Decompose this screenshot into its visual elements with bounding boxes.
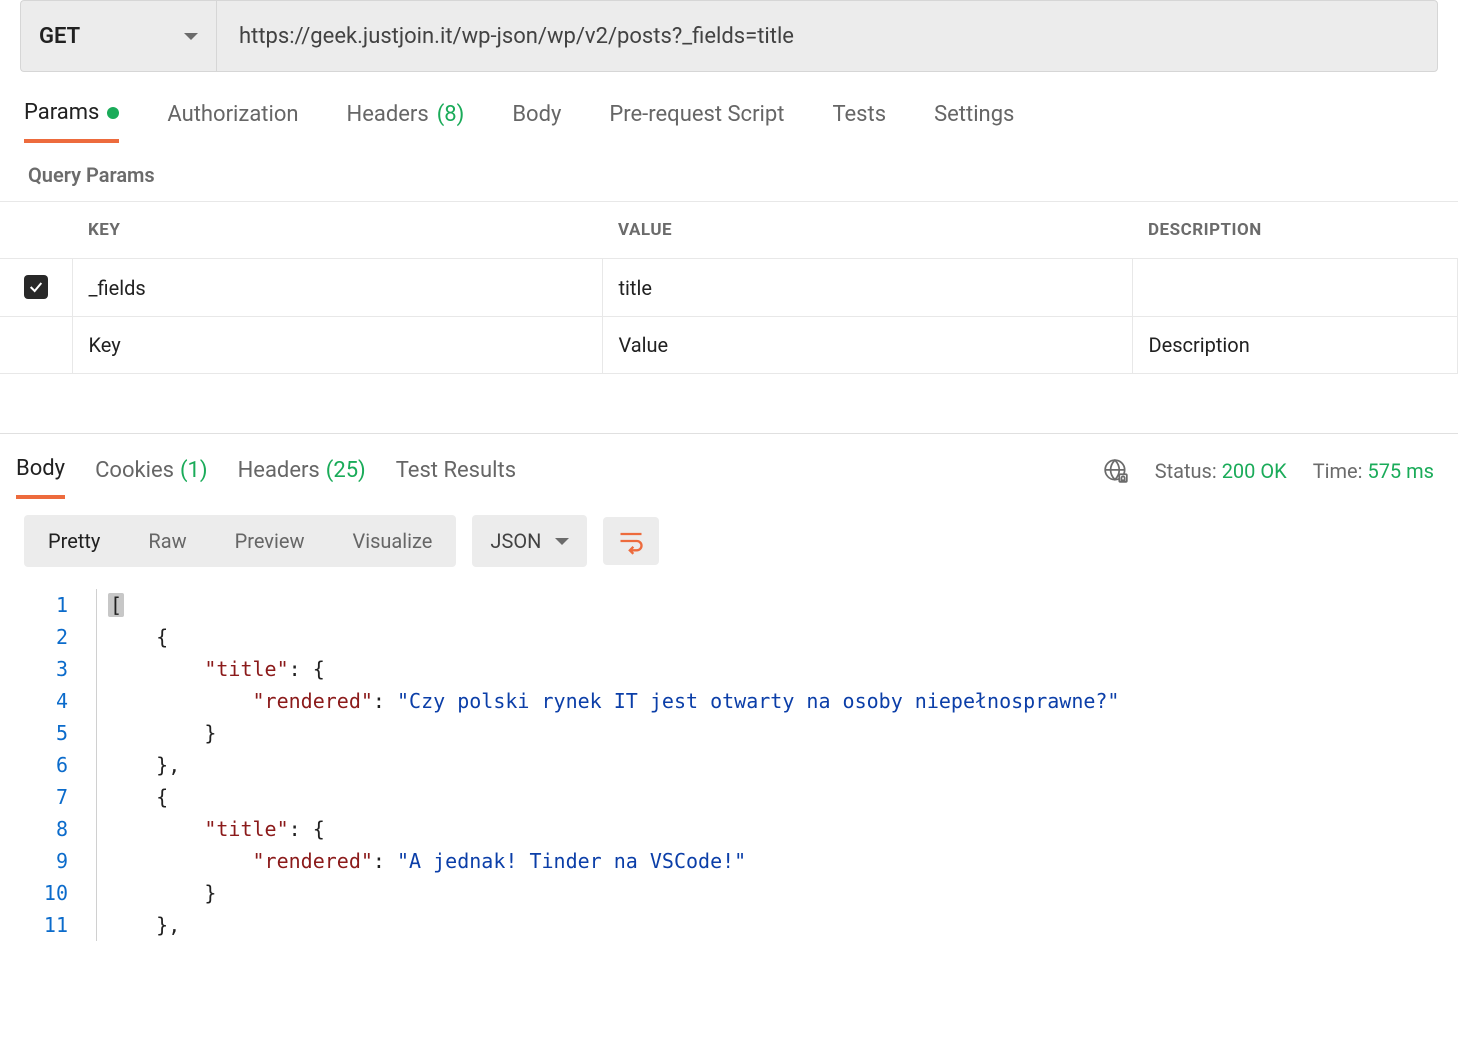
code-line: },	[96, 909, 1458, 941]
tab-headers-label: Headers	[347, 102, 429, 127]
resp-tab-body[interactable]: Body	[16, 456, 65, 499]
col-checkbox-header	[0, 202, 72, 259]
tab-params[interactable]: Params	[24, 100, 119, 143]
response-body-viewer[interactable]: 1234567891011 [ { "title": { "rendered":…	[0, 583, 1458, 941]
resp-tab-headers[interactable]: Headers (25)	[238, 458, 366, 497]
word-wrap-icon	[617, 527, 645, 555]
line-number-gutter: 1234567891011	[0, 589, 96, 941]
code-lines: [ { "title": { "rendered": "Czy polski r…	[96, 589, 1458, 941]
status-value: 200 OK	[1222, 459, 1287, 483]
time-value: 575 ms	[1367, 459, 1434, 483]
query-params-table: KEY VALUE DESCRIPTION _fields title Key …	[0, 201, 1458, 374]
resp-tab-cookies-count: (1)	[180, 458, 208, 483]
table-row-empty: Key Value Description	[0, 317, 1458, 374]
network-icon[interactable]	[1103, 458, 1129, 484]
view-pretty-button[interactable]: Pretty	[24, 515, 124, 567]
url-input[interactable]: https://geek.justjoin.it/wp-json/wp/v2/p…	[216, 0, 1438, 72]
tab-tests[interactable]: Tests	[832, 100, 886, 143]
code-line: "title": {	[96, 653, 1458, 685]
code-line: {	[96, 781, 1458, 813]
param-value-placeholder[interactable]: Value	[602, 317, 1132, 374]
param-description-cell[interactable]	[1132, 259, 1458, 317]
tab-headers[interactable]: Headers (8)	[347, 100, 465, 143]
col-key-header: KEY	[72, 202, 602, 259]
view-preview-button[interactable]: Preview	[211, 515, 329, 567]
tab-params-label: Params	[24, 100, 99, 125]
param-value-cell[interactable]: title	[602, 259, 1132, 317]
table-row: _fields title	[0, 259, 1458, 317]
code-line: [	[96, 589, 1458, 621]
code-line: "rendered": "Czy polski rynek IT jest ot…	[96, 685, 1458, 717]
col-value-header: VALUE	[602, 202, 1132, 259]
resp-tab-testresults[interactable]: Test Results	[396, 458, 516, 497]
query-params-heading: Query Params	[0, 143, 1458, 201]
tab-body[interactable]: Body	[512, 100, 561, 143]
params-active-dot-icon	[107, 107, 119, 119]
time-label: Time:	[1313, 459, 1363, 483]
code-line: }	[96, 717, 1458, 749]
resp-tab-cookies[interactable]: Cookies (1)	[95, 458, 208, 497]
col-description-header: DESCRIPTION	[1132, 202, 1458, 259]
chevron-down-icon	[184, 33, 198, 40]
code-line: }	[96, 877, 1458, 909]
code-line: "title": {	[96, 813, 1458, 845]
tab-headers-count: (8)	[437, 102, 465, 127]
http-method-select[interactable]: GET	[20, 0, 216, 72]
resp-tab-cookies-label: Cookies	[95, 458, 174, 483]
param-key-cell[interactable]: _fields	[72, 259, 602, 317]
resp-tab-headers-count: (25)	[326, 458, 366, 483]
word-wrap-button[interactable]	[603, 517, 659, 565]
http-method-value: GET	[39, 24, 80, 49]
response-body-toolbar: Pretty Raw Preview Visualize JSON	[0, 499, 1458, 583]
tab-authorization[interactable]: Authorization	[167, 100, 298, 143]
tab-prerequest[interactable]: Pre-request Script	[609, 100, 784, 143]
code-line: {	[96, 621, 1458, 653]
check-icon	[28, 279, 44, 295]
resp-tab-headers-label: Headers	[238, 458, 320, 483]
param-description-placeholder[interactable]: Description	[1132, 317, 1458, 374]
view-raw-button[interactable]: Raw	[124, 515, 210, 567]
format-select[interactable]: JSON	[472, 515, 587, 567]
view-visualize-button[interactable]: Visualize	[328, 515, 456, 567]
status-label: Status:	[1155, 459, 1217, 483]
row-checkbox[interactable]	[24, 275, 48, 299]
param-key-placeholder[interactable]: Key	[72, 317, 602, 374]
format-value: JSON	[490, 529, 541, 553]
code-line: },	[96, 749, 1458, 781]
chevron-down-icon	[555, 538, 569, 545]
tab-settings[interactable]: Settings	[934, 100, 1014, 143]
url-value: https://geek.justjoin.it/wp-json/wp/v2/p…	[239, 24, 794, 49]
request-tabs: Params Authorization Headers (8) Body Pr…	[0, 100, 1458, 143]
view-mode-segment: Pretty Raw Preview Visualize	[24, 515, 456, 567]
code-line: "rendered": "A jednak! Tinder na VSCode!…	[96, 845, 1458, 877]
response-tabs: Body Cookies (1) Headers (25) Test Resul…	[0, 434, 1458, 499]
